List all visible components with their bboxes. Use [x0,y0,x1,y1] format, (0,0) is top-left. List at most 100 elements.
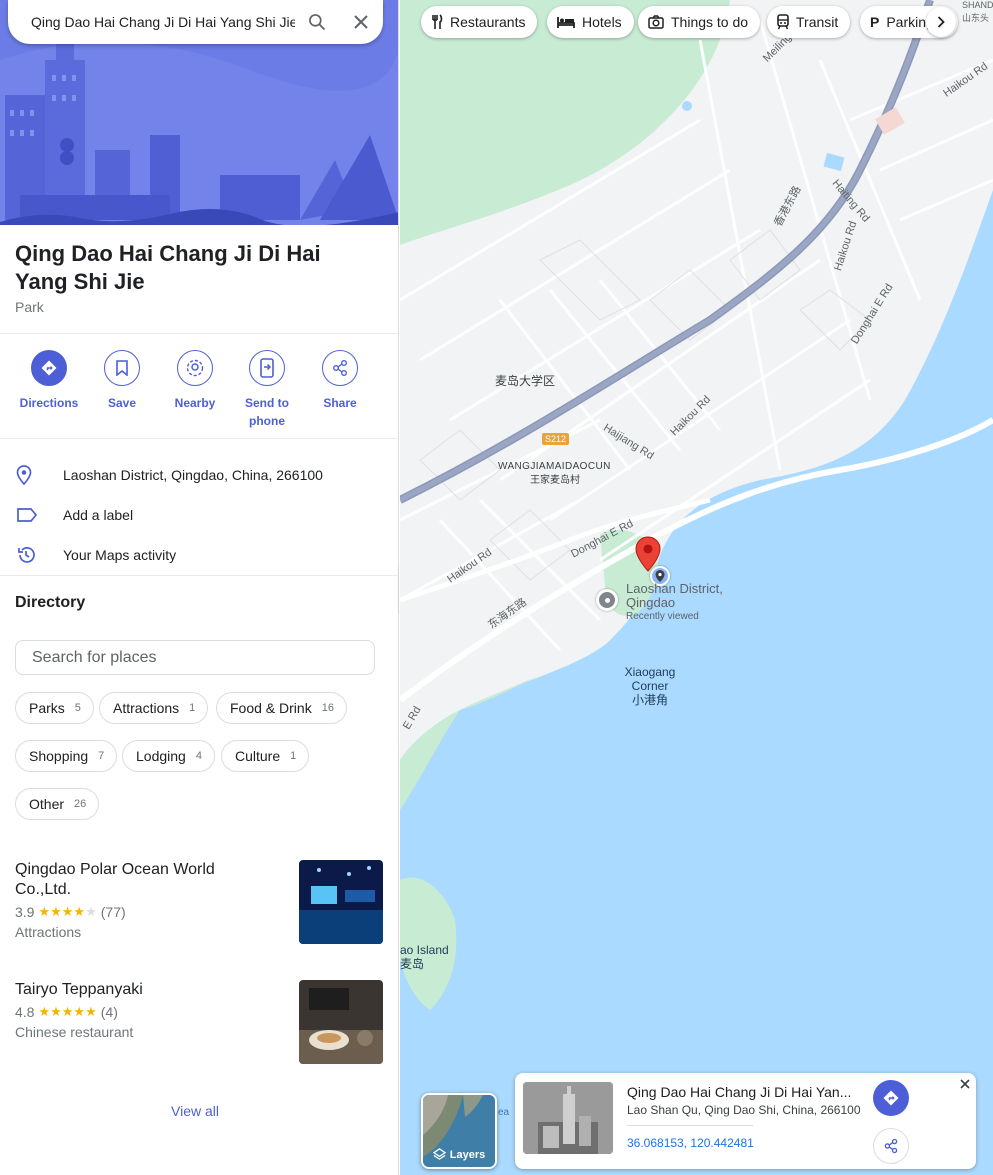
card-share-button[interactable] [873,1128,909,1164]
directory-search-input[interactable] [15,640,375,675]
card-coordinates[interactable]: 36.068153, 120.442481 [627,1136,754,1150]
map-label-village-cn: 王家麦岛村 [530,475,580,486]
rating-value: 4.8 [15,1004,35,1020]
card-close-button[interactable] [958,1077,972,1091]
chip-count: 4 [195,750,202,762]
bed-icon [557,17,575,28]
save-label: Save [107,396,137,410]
review-count: (77) [100,904,126,920]
directions-icon [41,360,57,376]
directory-title: Directory [15,594,86,611]
view-all-link[interactable]: View all [0,1103,390,1119]
search-button[interactable] [295,0,339,44]
map-label-shandong-cn: 山东头 [962,13,990,23]
pin-label-line-2: Qingdao [626,595,676,610]
pin-label-line-1: Laoshan District, [626,581,723,596]
chip-count: 16 [321,702,334,714]
camera-icon [648,15,664,29]
chip-things-to-do[interactable]: Things to do [638,6,761,38]
chip-label: Parks [29,700,65,716]
chip-label: Other [29,796,65,812]
chip-label: Things to do [671,14,749,30]
layers-label-wrap: Layers [423,1148,495,1161]
result-category: Attractions [15,924,82,940]
corner-line-2: Corner [631,679,669,693]
divider [0,438,398,439]
share-button[interactable]: Share [308,350,372,412]
place-type: Park [15,299,44,315]
map-label-sea: ea [498,1107,510,1118]
chip-label: Culture [235,748,281,764]
chip-lodging[interactable]: Lodging 4 [122,740,215,772]
chip-count: 1 [290,750,297,762]
map-label-district: 麦岛大学区 [495,374,556,388]
close-icon [960,1079,970,1089]
chip-label: Transit [796,14,839,30]
fork-knife-icon [432,14,443,29]
chip-label: Lodging [136,748,186,764]
star-rating-icon: ★★★★★ [38,1004,97,1019]
chips-next-button[interactable] [926,7,956,37]
divider [0,333,398,334]
send-to-phone-button[interactable]: Send to phone [235,350,299,430]
chip-transit[interactable]: Transit [767,6,851,38]
list-item[interactable]: Tairyo Teppanyaki 4.8 ★★★★★ (4) Chinese … [0,980,398,1070]
result-name: Qingdao Polar Ocean World Co.,Ltd. [15,861,215,898]
chip-label: Shopping [29,748,89,764]
location-pin-icon [16,465,32,485]
label-icon [17,508,38,522]
search-box[interactable]: Qing Dao Hai Chang Ji Di Hai Yang Shi Ji… [8,0,383,44]
chip-culture[interactable]: Culture 1 [221,740,310,772]
marker-dot [605,598,610,603]
card-directions-button[interactable] [873,1080,909,1116]
chip-shopping[interactable]: Shopping 7 [15,740,118,772]
share-label: Share [323,396,357,410]
chip-restaurants[interactable]: Restaurants [421,6,538,38]
add-label-row[interactable]: Add a label [0,495,398,535]
clear-search-button[interactable] [339,0,383,44]
layers-button[interactable]: Layers [421,1093,497,1169]
save-button[interactable]: Save [90,350,154,412]
chip-food-drink[interactable]: Food & Drink 16 [216,692,347,724]
train-icon [777,14,789,30]
add-label-text: Add a label [63,507,134,523]
result-photo[interactable] [299,860,383,944]
nearby-button[interactable]: Nearby [163,350,227,412]
nearby-label: Nearby [174,396,216,410]
bookmark-icon [116,360,128,376]
road-badge-s212: S212 [542,433,570,445]
result-category: Chinese restaurant [15,1024,134,1040]
address-row[interactable]: Laoshan District, Qingdao, China, 266100 [0,455,398,495]
map-label-island: ao Island 麦岛 [400,943,449,971]
divider [627,1125,753,1126]
chip-label: Food & Drink [230,700,312,716]
send-to-phone-label: Send to phone [245,396,289,428]
card-title[interactable]: Qing Dao Hai Chang Ji Di Hai Yan... [627,1084,867,1100]
map-canvas[interactable]: S212 麦岛大学区 WANGJIAMAIDAOCUN 王家麦岛村 Meilin… [400,0,993,1175]
chip-count: 1 [189,702,196,714]
result-photo[interactable] [299,980,383,1064]
send-to-phone-icon [260,358,274,378]
list-item[interactable]: Qingdao Polar Ocean World Co.,Ltd. 3.9 ★… [0,860,398,950]
chip-count: 5 [74,702,81,714]
chip-hotels[interactable]: Hotels [547,6,634,38]
corner-line-cn: 小港角 [631,693,668,707]
place-marker[interactable] [596,589,618,611]
maps-activity-row[interactable]: Your Maps activity [0,535,398,575]
chip-parks[interactable]: Parks 5 [15,692,94,724]
divider [0,575,398,576]
directions-icon [883,1090,899,1106]
share-icon [884,1138,898,1154]
island-cn: 麦岛 [400,957,425,971]
chip-other[interactable]: Other 26 [15,788,100,820]
search-input[interactable]: Qing Dao Hai Chang Ji Di Hai Yang Shi Ji… [8,14,295,30]
place-photo[interactable] [523,1082,613,1154]
island-en: ao Island [400,943,449,957]
chip-label: Restaurants [450,14,526,30]
rating-value: 3.9 [15,904,35,920]
map-label-xiaogang-corner: Xiaogang Corner 小港角 [621,665,679,707]
chip-count: 26 [74,798,87,810]
directions-button[interactable]: Directions [17,350,81,412]
place-info-card[interactable]: Qing Dao Hai Chang Ji Di Hai Yan... Lao … [515,1073,976,1169]
chip-attractions[interactable]: Attractions 1 [99,692,209,724]
